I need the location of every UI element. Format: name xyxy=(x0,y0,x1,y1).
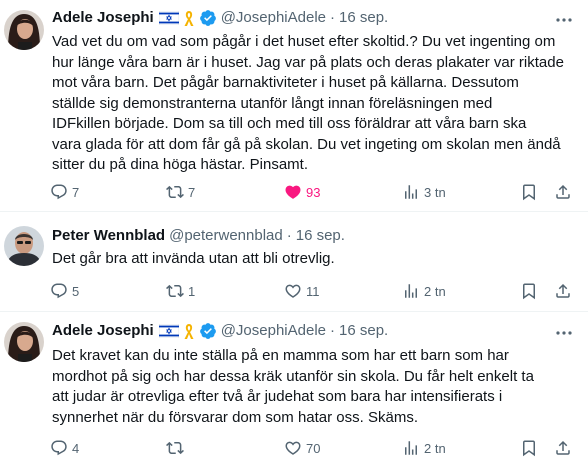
separator-dot: · xyxy=(330,9,335,26)
repost-count: 7 xyxy=(188,184,196,200)
tweet-actions: 7 7 93 3 tn xyxy=(44,182,576,202)
heart-icon xyxy=(285,441,301,455)
separator-dot: · xyxy=(286,227,292,244)
reply-icon xyxy=(51,283,67,299)
reply-icon xyxy=(51,440,67,456)
bookmark-button[interactable] xyxy=(520,438,538,458)
tweet-actions: 4 70 2 tn xyxy=(44,438,576,458)
tweet[interactable]: Peter Wennblad @peterwennblad · 16 sep. … xyxy=(0,212,588,312)
bookmark-button[interactable] xyxy=(520,182,538,202)
avatar[interactable] xyxy=(4,10,44,50)
reply-count: 5 xyxy=(72,283,80,299)
views-icon xyxy=(405,185,417,199)
bookmark-icon xyxy=(523,440,535,457)
like-count: 11 xyxy=(306,283,320,299)
reply-button[interactable]: 5 xyxy=(50,281,79,301)
repost-icon xyxy=(166,185,184,199)
tweet[interactable]: Adele Josephi @JosephiAdele · 16 sep. De… xyxy=(0,312,588,474)
reply-count: 7 xyxy=(72,184,80,200)
reply-button[interactable]: 4 xyxy=(50,438,79,458)
repost-icon xyxy=(166,284,184,298)
repost-button[interactable]: 7 xyxy=(166,182,195,202)
heart-icon xyxy=(285,185,301,199)
repost-icon xyxy=(166,441,184,455)
views-icon xyxy=(405,284,417,298)
tweet-text: Det kravet kan du inte ställa på en mamm… xyxy=(52,347,534,426)
tweet-header: Peter Wennblad @peterwennblad · 16 sep. xyxy=(52,226,345,246)
like-count: 93 xyxy=(306,184,321,200)
israel-flag-icon xyxy=(158,323,180,339)
tweet-text: Det går bra att invända utan att bli otr… xyxy=(52,250,335,267)
share-button[interactable] xyxy=(554,281,572,301)
reply-button[interactable]: 7 xyxy=(50,182,79,202)
tweet-date[interactable]: 16 sep. xyxy=(339,8,388,28)
separator-dot: · xyxy=(330,322,335,339)
share-icon xyxy=(556,184,570,199)
verified-badge-icon xyxy=(199,9,217,27)
share-button[interactable] xyxy=(554,182,572,202)
tweet-date[interactable]: 16 sep. xyxy=(339,321,388,341)
tweet-text: Vad vet du om vad som pågår i det huset … xyxy=(52,33,564,173)
more-icon[interactable] xyxy=(554,323,574,343)
verified-badge-icon xyxy=(199,322,217,340)
like-count: 70 xyxy=(306,440,321,456)
views-button[interactable]: 3 tn xyxy=(402,182,446,202)
tweet-header: Adele Josephi @JosephiAdele · 16 sep. xyxy=(52,8,388,28)
views-button[interactable]: 2 tn xyxy=(402,281,446,301)
reply-icon xyxy=(51,184,67,200)
display-name[interactable]: Adele Josephi xyxy=(52,8,154,28)
views-count: 2 tn xyxy=(424,283,446,299)
views-button[interactable]: 2 tn xyxy=(402,438,446,458)
israel-flag-icon xyxy=(158,10,180,26)
user-handle[interactable]: @JosephiAdele xyxy=(221,321,326,341)
display-name[interactable]: Adele Josephi xyxy=(52,321,154,341)
repost-button[interactable] xyxy=(166,438,188,458)
heart-icon xyxy=(285,284,301,298)
repost-count: 1 xyxy=(188,283,196,299)
yellow-ribbon-icon xyxy=(183,9,195,27)
user-handle[interactable]: @peterwennblad xyxy=(169,226,283,246)
tweet-header: Adele Josephi @JosephiAdele · 16 sep. xyxy=(52,321,388,341)
repost-button[interactable]: 1 xyxy=(166,281,195,301)
bookmark-button[interactable] xyxy=(520,281,538,301)
views-count: 2 tn xyxy=(424,440,446,456)
tweet[interactable]: Adele Josephi @JosephiAdele · 16 sep. Va… xyxy=(0,0,588,212)
yellow-ribbon-icon xyxy=(183,322,195,340)
like-button[interactable]: 11 xyxy=(284,281,320,301)
reply-count: 4 xyxy=(72,440,80,456)
views-icon xyxy=(405,441,417,455)
share-button[interactable] xyxy=(554,438,572,458)
user-handle[interactable]: @JosephiAdele xyxy=(221,8,326,28)
tweet-date[interactable]: 16 sep. xyxy=(296,226,345,246)
views-count: 3 tn xyxy=(424,184,446,200)
share-icon xyxy=(556,283,570,298)
tweet-actions: 5 1 11 2 tn xyxy=(44,281,576,301)
more-icon[interactable] xyxy=(554,10,574,30)
bookmark-icon xyxy=(523,283,535,300)
avatar[interactable] xyxy=(4,322,44,362)
display-name[interactable]: Peter Wennblad xyxy=(52,226,165,246)
avatar[interactable] xyxy=(4,226,44,266)
bookmark-icon xyxy=(523,184,535,201)
like-button[interactable]: 70 xyxy=(284,438,320,458)
share-icon xyxy=(556,440,570,455)
like-button[interactable]: 93 xyxy=(284,182,320,202)
